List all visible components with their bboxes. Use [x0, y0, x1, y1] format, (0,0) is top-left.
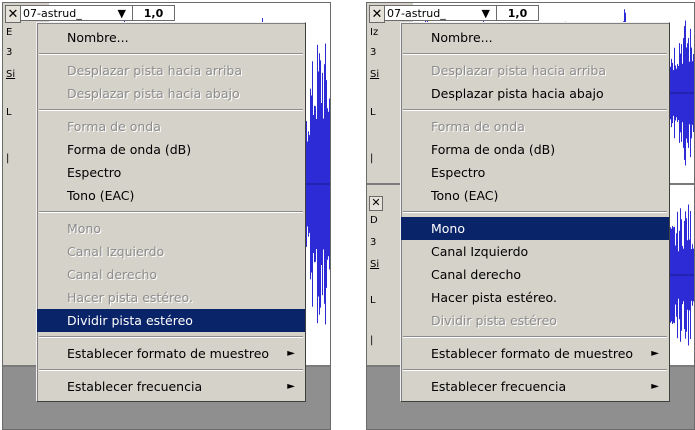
- track-label: Iz: [370, 27, 379, 38]
- menu-item-left-channel[interactable]: Canal Izquierdo: [401, 240, 669, 263]
- menu-item-right-channel[interactable]: Canal derecho: [37, 263, 305, 286]
- gain-slider[interactable]: L: [370, 295, 376, 306]
- menu-item-waveform-db[interactable]: Forma de onda (dB): [37, 138, 305, 161]
- menu-item-left-channel[interactable]: Canal Izquierdo: [37, 240, 305, 263]
- track-rate: 1,0: [497, 5, 539, 21]
- gain-slider[interactable]: L: [6, 107, 12, 118]
- chevron-down-icon: ▼: [117, 7, 126, 20]
- solo-button[interactable]: Si: [370, 259, 379, 270]
- menu-item-label: Establecer frecuencia: [431, 379, 567, 394]
- menu-item-move-up[interactable]: Desplazar pista hacia arriba: [37, 59, 305, 82]
- menu-item-pitch[interactable]: Tono (EAC): [401, 184, 669, 207]
- menu-separator: [39, 336, 303, 338]
- track-label: 3: [6, 47, 13, 58]
- menu-item-sample-rate[interactable]: Establecer frecuencia ►: [401, 375, 669, 398]
- menu-separator: [403, 211, 667, 213]
- menu-item-rename[interactable]: Nombre...: [37, 26, 305, 49]
- menu-item-waveform[interactable]: Forma de onda: [401, 115, 669, 138]
- track-context-menu: Nombre... Desplazar pista hacia arriba D…: [36, 22, 306, 402]
- menu-item-label: Establecer frecuencia: [67, 379, 203, 394]
- menu-separator: [39, 53, 303, 55]
- menu-item-move-up[interactable]: Desplazar pista hacia arriba: [401, 59, 669, 82]
- menu-item-pitch[interactable]: Tono (EAC): [37, 184, 305, 207]
- menu-item-sample-format[interactable]: Establecer formato de muestreo ►: [401, 342, 669, 365]
- menu-item-label: Establecer formato de muestreo: [431, 346, 634, 361]
- track-name: 07-astrud_: [387, 6, 446, 20]
- menu-item-rename[interactable]: Nombre...: [401, 26, 669, 49]
- track-name: 07-astrud_: [23, 6, 82, 20]
- menu-item-waveform-db[interactable]: Forma de onda (dB): [401, 138, 669, 161]
- close-icon[interactable]: ✕: [369, 5, 385, 23]
- menu-item-make-stereo[interactable]: Hacer pista estéreo.: [401, 286, 669, 309]
- menu-separator: [39, 109, 303, 111]
- track-rate: 1,0: [133, 5, 175, 21]
- menu-item-sample-format[interactable]: Establecer formato de muestreo ►: [37, 342, 305, 365]
- track-context-menu: Nombre... Desplazar pista hacia arriba D…: [400, 22, 670, 402]
- submenu-arrow-icon: ►: [651, 348, 659, 359]
- menu-item-mono[interactable]: Mono: [37, 217, 305, 240]
- track-label: 3: [370, 237, 377, 248]
- track-label: E: [6, 27, 13, 38]
- menu-item-move-down[interactable]: Desplazar pista hacia abajo: [37, 82, 305, 105]
- menu-item-spectrum[interactable]: Espectro: [401, 161, 669, 184]
- menu-item-split-stereo[interactable]: Dividir pista estéreo: [37, 309, 305, 332]
- menu-separator: [39, 369, 303, 371]
- menu-separator: [403, 53, 667, 55]
- submenu-arrow-icon: ►: [651, 381, 659, 392]
- pan-slider[interactable]: |: [370, 335, 373, 346]
- track-title-bar: ✕ 07-astrud_ ▼ 1,0: [5, 5, 175, 23]
- menu-separator: [403, 369, 667, 371]
- menu-separator: [403, 109, 667, 111]
- track-label: 3: [370, 47, 377, 58]
- audacity-window-left: E 3 Si L | ✕ 07-astrud_ ▼ 1,0 Nombre... …: [2, 2, 331, 430]
- track-name-dropdown[interactable]: 07-astrud_ ▼: [21, 5, 133, 21]
- menu-item-split-stereo[interactable]: Dividir pista estéreo: [401, 309, 669, 332]
- solo-button[interactable]: Si: [6, 69, 15, 80]
- menu-item-move-down[interactable]: Desplazar pista hacia abajo: [401, 82, 669, 105]
- submenu-arrow-icon: ►: [287, 381, 295, 392]
- submenu-arrow-icon: ►: [287, 348, 295, 359]
- audacity-window-right: Iz 3 Si L | ✕ D 3 Si L | ✕ 07-astrud_ ▼ …: [366, 2, 695, 430]
- solo-button[interactable]: Si: [370, 69, 379, 80]
- pan-slider[interactable]: |: [370, 153, 373, 164]
- menu-separator: [39, 211, 303, 213]
- close-icon[interactable]: ✕: [369, 196, 383, 211]
- track-name-dropdown[interactable]: 07-astrud_ ▼: [385, 5, 497, 21]
- track-title-bar: ✕ 07-astrud_ ▼ 1,0: [369, 5, 539, 23]
- menu-separator: [403, 336, 667, 338]
- menu-item-mono[interactable]: Mono: [401, 217, 669, 240]
- menu-item-sample-rate[interactable]: Establecer frecuencia ►: [37, 375, 305, 398]
- close-icon[interactable]: ✕: [5, 5, 21, 23]
- track-label: D: [370, 215, 378, 226]
- menu-item-right-channel[interactable]: Canal derecho: [401, 263, 669, 286]
- menu-item-label: Establecer formato de muestreo: [67, 346, 270, 361]
- pan-slider[interactable]: |: [6, 153, 9, 164]
- gain-slider[interactable]: L: [370, 107, 376, 118]
- menu-item-spectrum[interactable]: Espectro: [37, 161, 305, 184]
- menu-item-waveform[interactable]: Forma de onda: [37, 115, 305, 138]
- chevron-down-icon: ▼: [481, 7, 490, 20]
- menu-item-make-stereo[interactable]: Hacer pista estéreo.: [37, 286, 305, 309]
